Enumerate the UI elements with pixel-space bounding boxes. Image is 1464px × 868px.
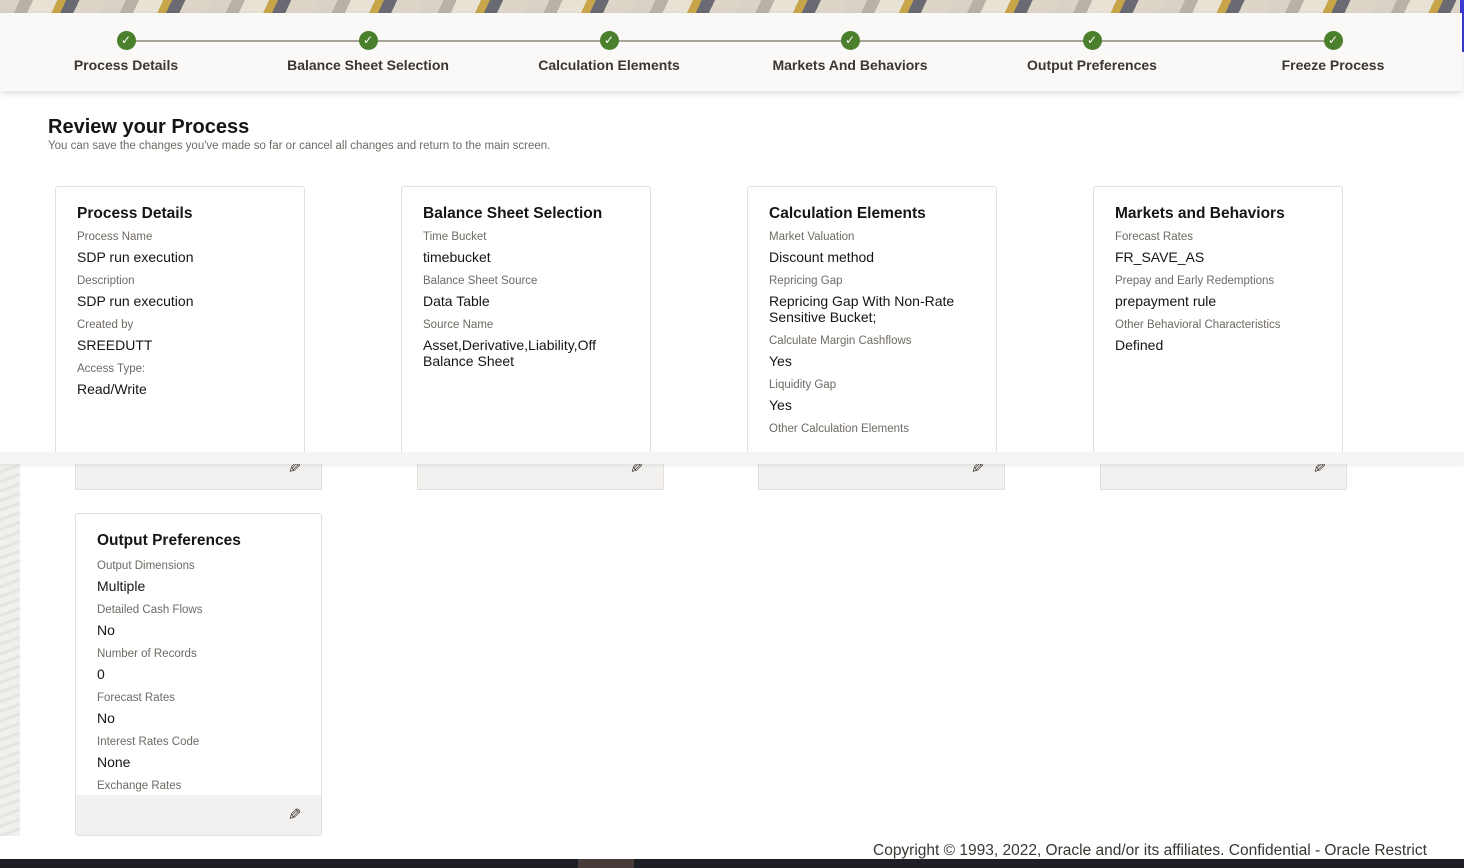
field-label: Forecast Rates bbox=[97, 692, 175, 704]
check-icon: ✓ bbox=[358, 31, 378, 50]
field-value: SDP run execution bbox=[77, 293, 194, 309]
field-value: None bbox=[97, 754, 131, 770]
field-value: Asset,Derivative,Liability,Off Balance S… bbox=[423, 337, 596, 369]
field-value: Read/Write bbox=[77, 381, 147, 397]
field-label: Access Type: bbox=[77, 363, 146, 375]
card-title: Markets and Behaviors bbox=[1115, 205, 1285, 222]
page-subtitle: You can save the changes you've made so … bbox=[48, 140, 551, 152]
process-details-card: Process Details Process Name SDP run exe… bbox=[55, 186, 305, 452]
field-value: Yes bbox=[769, 353, 792, 369]
scroll-divider bbox=[0, 452, 1464, 464]
card-title: Output Preferences bbox=[97, 532, 241, 549]
card-footer: ✎ bbox=[417, 460, 664, 490]
field-value: timebucket bbox=[423, 249, 491, 265]
train-step-label: Process Details bbox=[73, 57, 179, 73]
field-value: 0 bbox=[97, 666, 105, 682]
field-label: Market Valuation bbox=[769, 231, 855, 243]
field-label: Interest Rates Code bbox=[97, 736, 200, 748]
field-label: Description bbox=[77, 275, 135, 287]
train-step-label: Output Preferences bbox=[1027, 57, 1157, 73]
train-step-freeze-process[interactable]: ✓ Freeze Process bbox=[1213, 31, 1453, 73]
field-label: Output Dimensions bbox=[97, 560, 195, 572]
copyright-text: Copyright © 1993, 2022, Oracle and/or it… bbox=[873, 842, 1427, 859]
markets-and-behaviors-card: Markets and Behaviors Forecast Rates FR_… bbox=[1093, 186, 1343, 452]
train-step-output-preferences[interactable]: ✓ Output Preferences bbox=[972, 31, 1212, 73]
field-label: Process Name bbox=[77, 231, 153, 243]
field-label: Repricing Gap bbox=[769, 275, 843, 287]
field-value: Data Table bbox=[423, 293, 490, 309]
field-label: Liquidity Gap bbox=[769, 379, 837, 391]
field-label: Number of Records bbox=[97, 648, 197, 660]
field-value: Defined bbox=[1115, 337, 1164, 353]
field-value: Discount method bbox=[769, 249, 875, 265]
field-label: Time Bucket bbox=[423, 231, 487, 243]
check-icon: ✓ bbox=[840, 31, 860, 50]
train-step-label: Markets And Behaviors bbox=[772, 57, 928, 73]
field-label: Detailed Cash Flows bbox=[97, 604, 203, 616]
check-icon: ✓ bbox=[1323, 31, 1343, 50]
card-footer: ✎ bbox=[758, 460, 1005, 490]
calculation-elements-card: Calculation Elements Market Valuation Di… bbox=[747, 186, 997, 452]
card-footer: ✎ bbox=[76, 795, 321, 835]
edit-pencil-icon[interactable]: ✎ bbox=[288, 805, 301, 825]
output-preferences-card: Output Preferences Output Dimensions Mul… bbox=[75, 513, 322, 836]
field-label: Prepay and Early Redemptions bbox=[1115, 275, 1275, 287]
top-banner bbox=[0, 0, 1464, 13]
process-train: ✓ Process Details ✓ Balance Sheet Select… bbox=[0, 13, 1462, 91]
train-step-balance-sheet-selection[interactable]: ✓ Balance Sheet Selection bbox=[248, 31, 488, 73]
field-value: No bbox=[97, 622, 115, 638]
train-step-label: Freeze Process bbox=[1281, 57, 1385, 73]
train-step-markets-and-behaviors[interactable]: ✓ Markets And Behaviors bbox=[730, 31, 970, 73]
field-label: Forecast Rates bbox=[1115, 231, 1193, 243]
train-step-label: Balance Sheet Selection bbox=[287, 57, 449, 73]
field-value: SREEDUTT bbox=[77, 337, 153, 353]
card-footer: ✎ bbox=[1100, 460, 1347, 490]
field-label: Created by bbox=[77, 319, 134, 331]
field-label: Other Calculation Elements bbox=[769, 423, 909, 435]
card-title: Calculation Elements bbox=[769, 205, 926, 222]
check-icon: ✓ bbox=[599, 31, 619, 50]
card-title: Process Details bbox=[77, 205, 193, 222]
field-value: No bbox=[97, 710, 115, 726]
check-icon: ✓ bbox=[116, 31, 136, 50]
field-label: Balance Sheet Source bbox=[423, 275, 538, 287]
field-label: Exchange Rates bbox=[97, 780, 182, 792]
field-value: prepayment rule bbox=[1115, 293, 1217, 309]
field-label: Other Behavioral Characteristics bbox=[1115, 319, 1281, 331]
field-value: FR_SAVE_AS bbox=[1115, 249, 1205, 265]
os-taskbar bbox=[0, 859, 1464, 868]
balance-sheet-selection-card: Balance Sheet Selection Time Bucket time… bbox=[401, 186, 651, 452]
check-icon: ✓ bbox=[1082, 31, 1102, 50]
left-decoration bbox=[0, 464, 20, 836]
field-value: SDP run execution bbox=[77, 249, 194, 265]
card-footer: ✎ bbox=[75, 460, 322, 490]
train-step-calculation-elements[interactable]: ✓ Calculation Elements bbox=[489, 31, 729, 73]
field-value: Repricing Gap With Non-Rate Sensitive Bu… bbox=[769, 293, 955, 325]
field-label: Calculate Margin Cashflows bbox=[769, 335, 912, 347]
field-label: Source Name bbox=[423, 319, 494, 331]
field-value: Multiple bbox=[97, 578, 146, 594]
train-step-process-details[interactable]: ✓ Process Details bbox=[6, 31, 246, 73]
taskbar-item[interactable] bbox=[578, 859, 634, 868]
card-title: Balance Sheet Selection bbox=[423, 205, 603, 222]
train-step-label: Calculation Elements bbox=[538, 57, 680, 73]
field-value: Yes bbox=[769, 397, 792, 413]
page-title: Review your Process bbox=[48, 116, 250, 138]
